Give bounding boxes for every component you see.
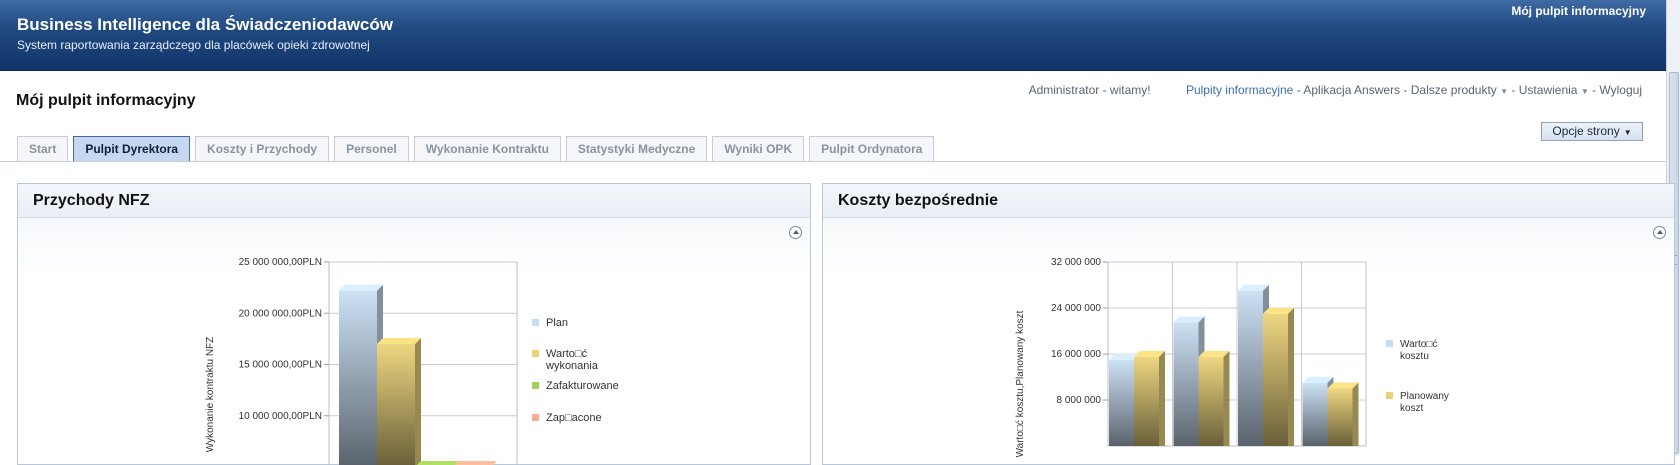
tab-pulpit-ordynatora[interactable]: Pulpit Ordynatora <box>809 136 935 161</box>
legend-label: Warto□ć <box>546 348 588 360</box>
legend-swatch <box>532 350 539 357</box>
bar-face <box>1198 356 1224 446</box>
answers-link[interactable]: Aplikacja Answers <box>1303 83 1400 97</box>
panel-body: 32 000 000 24 000 000 16 000 000 8 000 000 W… <box>823 218 1674 464</box>
separator: - <box>1511 83 1516 97</box>
settings-label: Ustawienia <box>1518 83 1578 97</box>
y-axis-label: Warto□ć kosztu,Planowany koszt <box>1015 310 1026 457</box>
more-products-label: Dalsze produkty <box>1410 83 1497 97</box>
bar-1-0 <box>377 338 421 465</box>
bar-face <box>1109 359 1134 446</box>
bar-top <box>417 461 459 465</box>
bar-2-0 <box>417 461 459 465</box>
separator: - <box>1296 83 1301 97</box>
tab-pulpit-dyrektora[interactable]: Pulpit Dyrektora <box>73 136 191 161</box>
legend-label: Zap□acone <box>546 412 602 424</box>
costs-chart: 32 000 000 24 000 000 16 000 000 8 000 000 W… <box>1015 257 1449 457</box>
tab-start[interactable]: Start <box>17 136 69 161</box>
bar-face <box>1327 388 1353 446</box>
user-menu-bar: Administrator - witamy! Pulpity informac… <box>1029 83 1642 97</box>
legend-label: koszt <box>1400 403 1424 414</box>
bar-3-0 <box>455 461 497 465</box>
bar-top <box>455 461 497 465</box>
bar-side <box>1352 382 1359 446</box>
dashboard-tabs: Start Pulpit Dyrektora Koszty i Przychod… <box>17 136 935 161</box>
chevron-down-icon: ▼ <box>1623 128 1632 137</box>
page-title: Mój pulpit informacyjny <box>16 92 196 109</box>
logout-link[interactable]: Wyloguj <box>1599 83 1642 97</box>
legend-label: Planowany <box>1400 391 1449 402</box>
panel-title: Koszty bezpośrednie <box>823 184 1674 218</box>
tab-divider <box>0 161 1666 162</box>
y-tick-label: 16 000 000 <box>1051 349 1101 360</box>
y-axis-label: Wykonanie kontraktu NFZ <box>205 337 216 453</box>
bar-top <box>339 284 383 291</box>
legend-label: kosztu <box>1400 351 1429 362</box>
panel-title: Przychody NFZ <box>18 184 810 218</box>
y-tick-label: 15 000 000,00PLN <box>239 360 322 371</box>
legend-swatch <box>532 319 539 326</box>
y-tick-label: 25 000 000,00PLN <box>239 257 322 268</box>
y-tick-label: 8 000 000 <box>1057 395 1102 406</box>
tab-personel[interactable]: Personel <box>334 136 409 161</box>
legend-swatch <box>532 414 539 421</box>
bar-1-2 <box>1263 307 1294 446</box>
page-options-label: Opcje strony <box>1552 124 1620 138</box>
panel-body: 25 000 000,00PLN 20 000 000,00PLN 15 000 0… <box>18 218 810 465</box>
separator: - <box>1592 83 1597 97</box>
bar-side <box>1159 350 1165 446</box>
y-tick-label: 20 000 000,00PLN <box>239 308 322 319</box>
app-subtitle: System raportowania zarządczego dla plac… <box>17 38 370 52</box>
dashboards-link[interactable]: Pulpity informacyjne <box>1186 83 1293 97</box>
revenue-chart: 25 000 000,00PLN 20 000 000,00PLN 15 000 0… <box>205 257 619 465</box>
bar-side <box>1288 307 1294 446</box>
user-greeting: Administrator - witamy! <box>1028 83 1151 97</box>
bar-1-0 <box>1134 350 1165 446</box>
bar-0-0 <box>339 284 383 465</box>
tab-wyniki-opk[interactable]: Wyniki OPK <box>712 136 805 161</box>
legend-label: Plan <box>546 317 568 329</box>
bar-1-3 <box>1327 382 1359 446</box>
chevron-down-icon: ▼ <box>1580 87 1589 96</box>
legend-swatch <box>532 382 539 389</box>
revenue-panel: Przychody NFZ 25 000 000,00PLN 20 000 000… <box>17 183 811 465</box>
costs-panel: Koszty bezpośrednie 32 000 000 24 000 000… <box>822 183 1675 465</box>
more-products-menu[interactable]: Dalsze produkty ▼ <box>1411 83 1508 97</box>
settings-menu[interactable]: Ustawienia ▼ <box>1519 83 1589 97</box>
my-dashboard-link[interactable]: Mój pulpit informacyjny <box>1511 4 1646 18</box>
bar-face <box>1263 313 1288 446</box>
page-options-button[interactable]: Opcje strony ▼ <box>1541 122 1643 141</box>
bar-face <box>1173 322 1199 446</box>
bar-face <box>1302 382 1328 446</box>
bar-1-1 <box>1198 350 1230 446</box>
bar-face <box>377 344 415 465</box>
app-banner: Business Intelligence dla Świadczeniodaw… <box>0 0 1666 71</box>
legend-swatch <box>1386 340 1393 347</box>
legend-label: Warto□ć <box>1400 339 1437 350</box>
chevron-down-icon: ▼ <box>1500 87 1509 96</box>
separator: - <box>1403 83 1408 97</box>
bar-side <box>415 338 421 465</box>
tab-statystyki-medyczne[interactable]: Statystyki Medyczne <box>565 136 708 161</box>
bar-face <box>1134 356 1159 446</box>
y-tick-label: 24 000 000 <box>1051 303 1101 314</box>
legend-swatch <box>1386 392 1393 399</box>
bar-face <box>339 290 377 465</box>
tab-wykonanie-kontraktu[interactable]: Wykonanie Kontraktu <box>413 136 561 161</box>
tab-koszty-i-przychody[interactable]: Koszty i Przychody <box>195 136 330 161</box>
bar-face <box>1238 290 1263 446</box>
legend-label: Zafakturowane <box>546 380 619 392</box>
app-title: Business Intelligence dla Świadczeniodaw… <box>17 15 393 34</box>
y-tick-label: 32 000 000 <box>1051 257 1101 268</box>
bar-side <box>1223 350 1230 446</box>
legend-label: wykonania <box>545 360 599 372</box>
y-tick-label: 10 000 000,00PLN <box>239 411 322 422</box>
bar-top <box>377 338 421 344</box>
